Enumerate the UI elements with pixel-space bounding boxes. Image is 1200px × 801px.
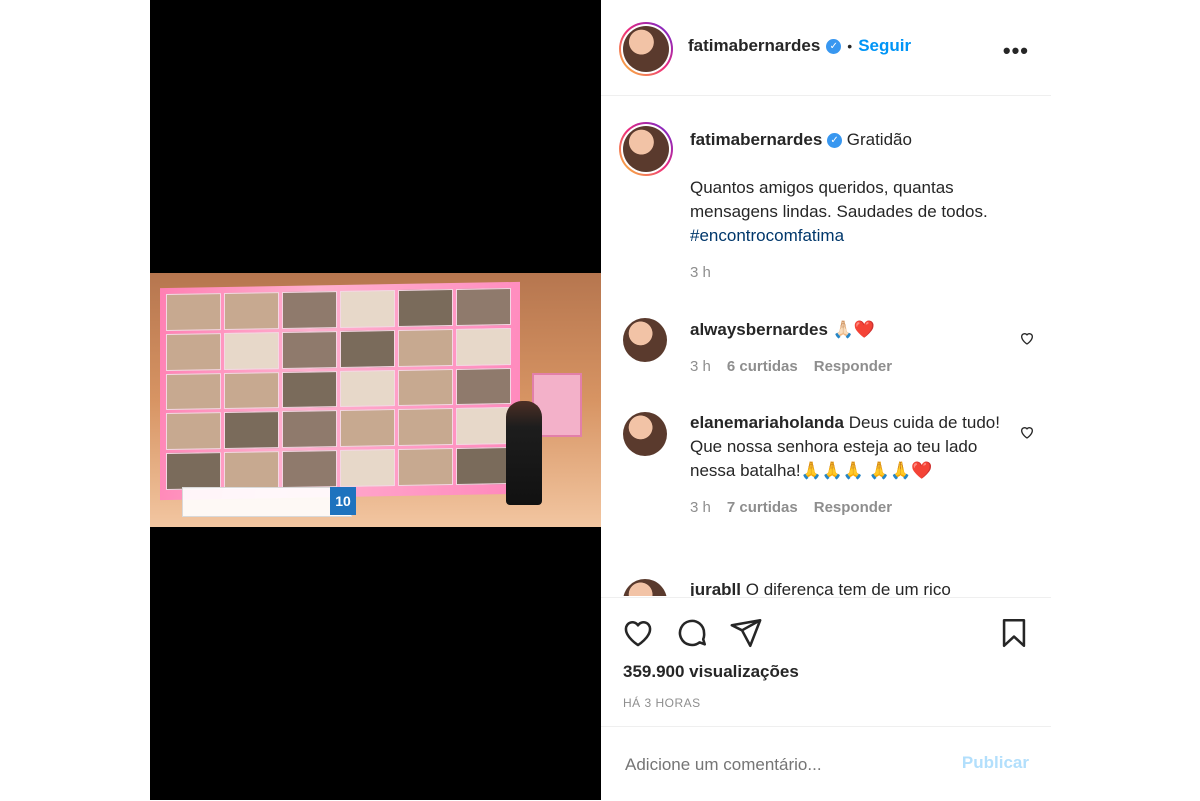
commenter-avatar[interactable] <box>623 579 667 596</box>
video-player[interactable]: 10 <box>150 273 601 527</box>
video-tile <box>166 412 221 451</box>
publish-button[interactable]: Publicar <box>962 753 1029 773</box>
comment-text: 🙏🏻❤️ <box>832 320 876 339</box>
verified-badge-icon: ✓ <box>827 133 843 149</box>
heart-icon[interactable] <box>621 616 655 650</box>
like-comment-icon[interactable] <box>1019 330 1035 346</box>
caption-avatar[interactable] <box>619 122 673 176</box>
video-tile <box>224 371 279 410</box>
video-tile <box>224 451 279 490</box>
comment-text: O diferença tem de um rico <box>745 580 951 596</box>
reply-button[interactable]: Responder <box>814 499 892 516</box>
comment-time[interactable]: 3 h <box>690 358 711 375</box>
video-tile <box>224 411 279 450</box>
video-tile <box>456 407 511 446</box>
reply-button[interactable]: Responder <box>814 358 892 375</box>
video-tile <box>340 329 395 368</box>
comment-username[interactable]: jurabll <box>690 580 741 596</box>
video-tile <box>282 291 337 329</box>
caption: fatimabernardes ✓ Gratidão Quantos amigo… <box>690 128 1035 281</box>
video-tile <box>224 292 279 330</box>
channel-number-badge: 10 <box>330 487 356 515</box>
caption-time[interactable]: 3 h <box>690 264 1035 281</box>
video-tile <box>340 449 395 487</box>
video-tile <box>282 330 337 369</box>
comment-time[interactable]: 3 h <box>690 499 711 516</box>
post-side-panel: fatimabernardes ✓ • Seguir ••• fatimaber… <box>601 0 1051 800</box>
caption-hashtag[interactable]: #encontrocomfatima <box>690 224 1035 248</box>
author-avatar[interactable] <box>619 22 673 76</box>
comment-item: alwaysbernardes 🙏🏻❤️ 3 h 6 curtidas Resp… <box>690 318 1010 375</box>
video-tile <box>398 408 453 447</box>
video-tile <box>398 289 453 327</box>
caption-title: Gratidão <box>846 130 912 149</box>
share-icon[interactable] <box>729 616 763 650</box>
video-tile <box>398 448 453 486</box>
views-count[interactable]: 359.900 visualizações <box>623 662 799 682</box>
video-tile <box>282 450 337 488</box>
video-wall-screen <box>160 281 520 501</box>
post-header: fatimabernardes ✓ • Seguir ••• <box>601 0 1051 96</box>
lower-third-ticker <box>182 487 352 517</box>
video-tile <box>166 452 221 491</box>
video-tile <box>282 370 337 409</box>
more-options-icon[interactable]: ••• <box>1003 38 1029 64</box>
comment-item: elanemariaholanda Deus cuida de tudo! Qu… <box>690 411 1010 516</box>
post-media[interactable]: 10 <box>150 0 601 800</box>
video-tile <box>224 331 279 370</box>
video-tile <box>398 328 453 367</box>
comment-input[interactable] <box>623 751 927 779</box>
instagram-post: 10 fatimabernardes ✓ • Seguir ••• fatima… <box>150 0 1051 800</box>
video-tile <box>456 288 511 326</box>
verified-badge-icon: ✓ <box>826 38 842 54</box>
comments-section[interactable]: fatimabernardes ✓ Gratidão Quantos amigo… <box>601 96 1051 596</box>
video-tile <box>166 372 221 411</box>
avatar-image <box>623 126 669 172</box>
video-tile <box>340 409 395 448</box>
post-timestamp[interactable]: HÁ 3 HORAS <box>623 696 701 710</box>
commenter-avatar[interactable] <box>623 412 667 456</box>
video-tile <box>456 327 511 366</box>
video-tile <box>456 447 511 485</box>
comment-icon[interactable] <box>675 616 709 650</box>
video-tile <box>340 369 395 408</box>
presenter-figure <box>506 401 542 505</box>
video-tile <box>456 367 511 406</box>
comment-username[interactable]: alwaysbernardes <box>690 320 828 339</box>
comment-username[interactable]: elanemariaholanda <box>690 413 844 432</box>
post-actions: 359.900 visualizações HÁ 3 HORAS <box>601 597 1051 728</box>
caption-body: Quantos amigos queridos, quantas mensage… <box>690 178 988 221</box>
video-tile <box>340 290 395 328</box>
video-call-grid <box>166 288 511 491</box>
commenter-avatar[interactable] <box>623 318 667 362</box>
comment-likes[interactable]: 7 curtidas <box>727 499 798 516</box>
video-tile <box>166 332 221 371</box>
caption-username[interactable]: fatimabernardes <box>690 130 822 149</box>
avatar-image <box>623 26 669 72</box>
header-separator: • <box>847 38 853 54</box>
comment-item: jurabll O diferença tem de um rico <box>690 578 1010 596</box>
comment-likes[interactable]: 6 curtidas <box>727 358 798 375</box>
add-comment-bar: Publicar <box>601 726 1051 801</box>
follow-button[interactable]: Seguir <box>858 36 911 56</box>
like-comment-icon[interactable] <box>1019 424 1035 440</box>
header-username[interactable]: fatimabernardes <box>688 36 820 56</box>
bookmark-icon[interactable] <box>997 616 1031 650</box>
video-tile <box>166 293 221 331</box>
video-tile <box>282 410 337 449</box>
video-tile <box>398 368 453 407</box>
